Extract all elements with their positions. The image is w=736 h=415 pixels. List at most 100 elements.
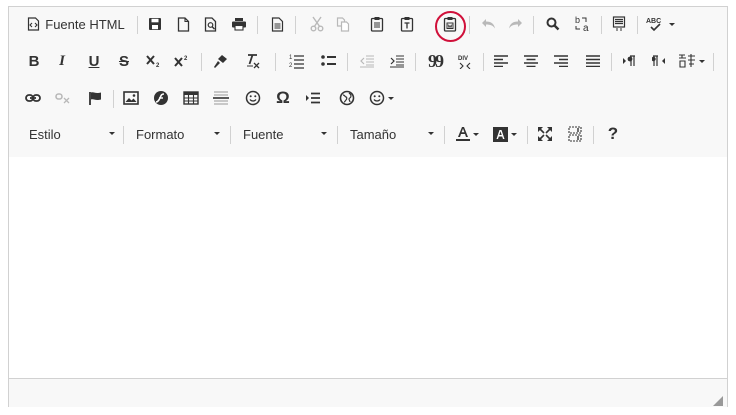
blockquote-button[interactable]: 99 bbox=[423, 49, 447, 73]
bg-color-button[interactable] bbox=[489, 122, 521, 146]
special-char-icon: Ω bbox=[276, 88, 290, 107]
align-left-icon bbox=[494, 55, 508, 67]
new-page-button[interactable] bbox=[171, 12, 195, 36]
underline-button[interactable]: U bbox=[83, 49, 105, 73]
horizontal-line-button[interactable] bbox=[209, 86, 233, 110]
anchor-button[interactable] bbox=[83, 86, 107, 110]
superscript-button[interactable]: 2 bbox=[171, 49, 193, 73]
smiley-button[interactable] bbox=[241, 86, 265, 110]
spellcheck-icon: ABC bbox=[646, 16, 666, 32]
redo-button[interactable] bbox=[503, 12, 527, 36]
editor-statusbar bbox=[9, 378, 727, 407]
separator bbox=[527, 126, 528, 144]
paste-text-button[interactable] bbox=[395, 12, 419, 36]
separator bbox=[275, 53, 276, 71]
chevron-down-icon bbox=[698, 59, 705, 63]
select-all-button[interactable] bbox=[607, 12, 631, 36]
align-right-icon bbox=[554, 55, 568, 67]
font-combo[interactable]: Fuente bbox=[243, 122, 327, 146]
cut-button[interactable] bbox=[305, 12, 329, 36]
print-icon bbox=[231, 17, 247, 31]
chevron-down-icon bbox=[321, 132, 327, 135]
source-icon bbox=[27, 17, 40, 31]
copy-format-button[interactable] bbox=[209, 49, 233, 73]
emoji-icon bbox=[369, 90, 385, 106]
undo-button[interactable] bbox=[476, 12, 500, 36]
replace-button[interactable]: ba bbox=[571, 12, 595, 36]
align-center-icon bbox=[524, 55, 538, 67]
chevron-down-icon bbox=[472, 132, 479, 136]
separator bbox=[201, 53, 202, 71]
format-combo-label: Formato bbox=[136, 126, 185, 142]
separator bbox=[337, 126, 338, 144]
numbered-list-button[interactable]: 12 bbox=[285, 49, 309, 73]
unlink-button[interactable] bbox=[51, 86, 75, 110]
size-combo[interactable]: Tamaño bbox=[350, 122, 434, 146]
find-button[interactable] bbox=[541, 12, 565, 36]
create-div-button[interactable]: DIV bbox=[453, 49, 477, 73]
table-button[interactable] bbox=[179, 86, 203, 110]
spellcheck-button[interactable]: ABC bbox=[643, 12, 677, 36]
rtl-button[interactable] bbox=[647, 49, 671, 73]
numbered-list-icon: 12 bbox=[289, 53, 305, 69]
save-button[interactable] bbox=[143, 12, 167, 36]
ltr-button[interactable] bbox=[617, 49, 641, 73]
source-button[interactable]: Fuente HTML bbox=[23, 12, 129, 36]
templates-button[interactable] bbox=[265, 12, 289, 36]
replace-icon: ba bbox=[574, 15, 592, 33]
text-color-button[interactable] bbox=[451, 122, 483, 146]
emoji-button[interactable] bbox=[365, 86, 397, 110]
indent-button[interactable] bbox=[385, 49, 409, 73]
chevron-down-icon bbox=[511, 132, 517, 136]
outdent-button[interactable] bbox=[355, 49, 379, 73]
toolbar-row-2: B I U S 2 2 1 2 99 DIV bbox=[9, 46, 727, 76]
help-button[interactable]: ? bbox=[601, 122, 625, 146]
remove-format-button[interactable] bbox=[241, 49, 265, 73]
bulleted-list-icon bbox=[321, 54, 337, 68]
page-break-button[interactable] bbox=[301, 86, 325, 110]
show-blocks-button[interactable] bbox=[563, 122, 587, 146]
maximize-button[interactable] bbox=[533, 122, 557, 146]
svg-text:b: b bbox=[575, 15, 580, 25]
separator bbox=[483, 53, 484, 71]
editor-content-area[interactable] bbox=[9, 157, 727, 378]
unlink-icon bbox=[55, 92, 71, 104]
font-combo-label: Fuente bbox=[243, 126, 284, 142]
iframe-button[interactable] bbox=[335, 86, 359, 110]
special-char-button[interactable]: Ω bbox=[271, 86, 295, 110]
separator bbox=[347, 53, 348, 71]
bold-button[interactable]: B bbox=[23, 49, 45, 73]
bulleted-list-button[interactable] bbox=[317, 49, 341, 73]
flash-button[interactable] bbox=[149, 86, 173, 110]
italic-button[interactable]: I bbox=[51, 49, 73, 73]
copy-button[interactable] bbox=[331, 12, 355, 36]
separator bbox=[601, 16, 602, 34]
subscript-button[interactable]: 2 bbox=[143, 49, 165, 73]
align-left-button[interactable] bbox=[489, 49, 513, 73]
show-blocks-icon bbox=[568, 126, 582, 142]
format-combo[interactable]: Formato bbox=[136, 122, 220, 146]
align-right-button[interactable] bbox=[549, 49, 573, 73]
link-button[interactable] bbox=[21, 86, 45, 110]
svg-text:DIV: DIV bbox=[458, 56, 468, 62]
blockquote-icon: 99 bbox=[428, 50, 444, 71]
indent-icon bbox=[389, 54, 405, 68]
chevron-down-icon bbox=[214, 132, 220, 135]
maximize-icon bbox=[537, 126, 553, 142]
resize-icon[interactable] bbox=[713, 393, 723, 406]
align-center-button[interactable] bbox=[519, 49, 543, 73]
style-combo[interactable]: Estilo bbox=[29, 122, 115, 146]
separator bbox=[257, 16, 258, 34]
strikethrough-button[interactable]: S bbox=[113, 49, 135, 73]
separator bbox=[611, 53, 612, 71]
image-button[interactable] bbox=[119, 86, 143, 110]
horizontal-line-icon bbox=[213, 90, 229, 106]
language-button[interactable] bbox=[675, 49, 707, 73]
preview-button[interactable] bbox=[199, 12, 223, 36]
remove-format-icon bbox=[245, 53, 261, 69]
print-button[interactable] bbox=[227, 12, 251, 36]
flash-icon bbox=[153, 90, 169, 106]
separator bbox=[469, 16, 470, 34]
justify-button[interactable] bbox=[581, 49, 605, 73]
paste-button[interactable] bbox=[365, 12, 389, 36]
